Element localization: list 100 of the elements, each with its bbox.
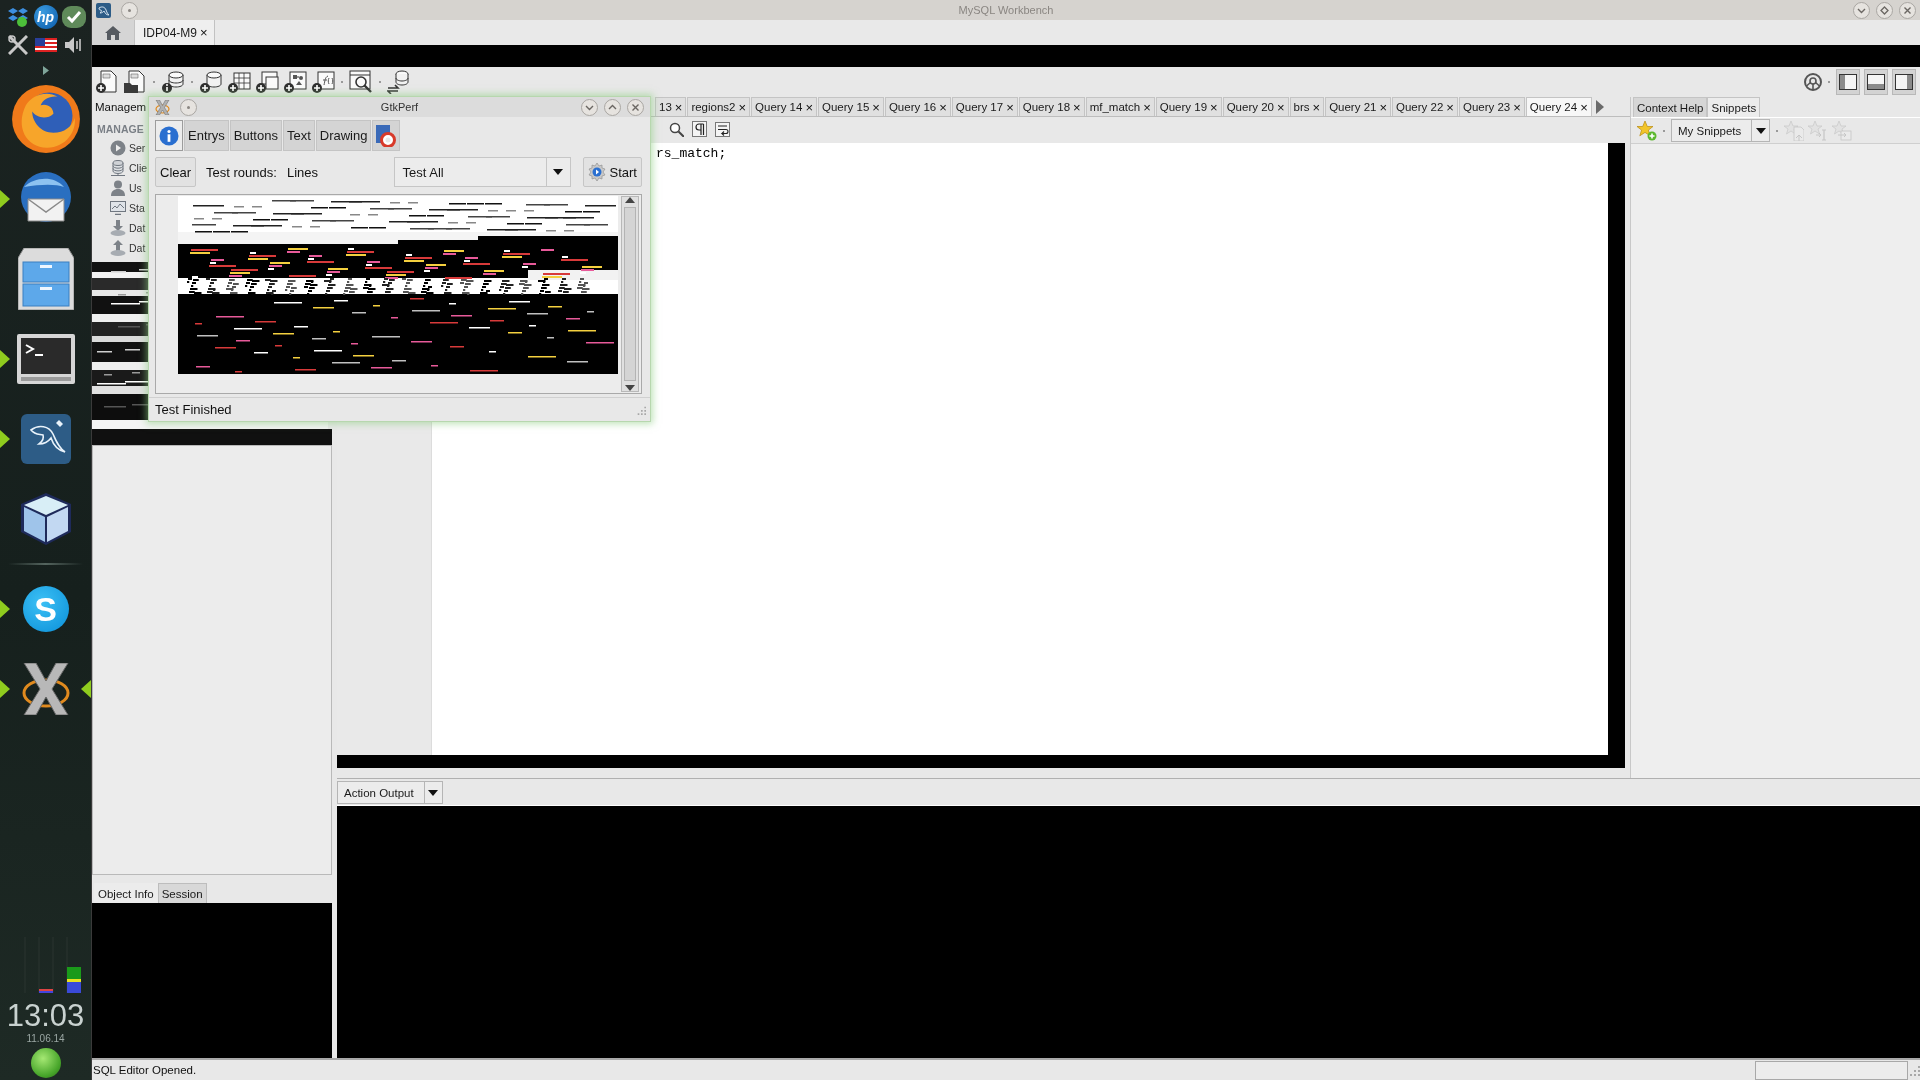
sidebar-item[interactable]: Clie bbox=[129, 162, 148, 174]
database-info-icon[interactable] bbox=[161, 70, 185, 94]
scroll-thumb[interactable] bbox=[624, 207, 636, 381]
wrap-lines-icon[interactable] bbox=[715, 121, 730, 137]
tab[interactable]: Text bbox=[282, 120, 315, 151]
terminal-icon[interactable] bbox=[16, 334, 75, 384]
shapes-plus-icon[interactable] bbox=[283, 70, 307, 94]
clear-button[interactable]: Clear bbox=[155, 157, 197, 187]
crossed-tools-icon[interactable] bbox=[7, 35, 28, 55]
query-tab[interactable]: Query 23 × bbox=[1458, 97, 1525, 116]
cube-icon[interactable] bbox=[20, 493, 71, 545]
tab-close-button[interactable]: × bbox=[1143, 100, 1151, 114]
monitor-icon[interactable] bbox=[110, 201, 126, 215]
start-button[interactable]: Start bbox=[582, 157, 642, 187]
tab-close-button[interactable]: × bbox=[1073, 100, 1081, 114]
round-logo[interactable]: hp bbox=[33, 5, 58, 29]
tab-close-button[interactable]: × bbox=[1379, 100, 1388, 114]
table-plus-icon[interactable] bbox=[227, 70, 251, 94]
maximize-icon[interactable] bbox=[604, 98, 621, 116]
globe-icon[interactable] bbox=[10, 84, 81, 154]
query-tab[interactable]: Query 15 × bbox=[818, 97, 884, 116]
lifebuoy-tab[interactable] bbox=[372, 120, 401, 151]
query-tab[interactable]: Query 14 × bbox=[751, 97, 817, 116]
resize-grip-icon[interactable] bbox=[1908, 1064, 1920, 1076]
connection-tab[interactable]: IDP04-M9 × bbox=[135, 20, 215, 45]
volume-icon[interactable] bbox=[64, 37, 83, 53]
tab-close-button[interactable]: × bbox=[872, 100, 880, 114]
scroll-up-icon[interactable] bbox=[625, 197, 635, 203]
query-tab[interactable]: 13 × bbox=[655, 97, 687, 116]
tab-close-button[interactable]: × bbox=[1446, 100, 1454, 114]
sidebar-item[interactable]: Dat bbox=[129, 222, 146, 234]
pilcrow-icon[interactable] bbox=[692, 121, 707, 137]
scrollbar[interactable] bbox=[621, 196, 639, 392]
tab[interactable]: Entrys bbox=[184, 120, 229, 151]
sidebar-item[interactable]: Dat bbox=[129, 242, 146, 254]
right-panel-toggle-button[interactable] bbox=[1892, 69, 1916, 95]
magnifier-grid-icon[interactable] bbox=[349, 70, 373, 94]
sidebar-tab[interactable]: Managem bbox=[94, 101, 148, 113]
tab[interactable]: Snippets bbox=[1707, 97, 1761, 117]
minimize-icon[interactable] bbox=[1853, 1, 1870, 19]
database-arrows-icon[interactable] bbox=[387, 70, 411, 94]
query-tab[interactable]: Query 19 × bbox=[1155, 97, 1222, 116]
app-tile-icon[interactable] bbox=[20, 414, 71, 464]
database-plus-icon[interactable] bbox=[199, 70, 223, 94]
download-icon[interactable] bbox=[110, 220, 126, 236]
tab-close-button[interactable]: × bbox=[1276, 100, 1285, 114]
function-plus-icon[interactable] bbox=[311, 70, 335, 94]
query-tab[interactable]: Query 24 × bbox=[1525, 97, 1592, 116]
search-icon[interactable] bbox=[669, 121, 684, 137]
test-select[interactable]: Test All bbox=[393, 157, 571, 187]
tab[interactable]: Drawing bbox=[315, 120, 372, 151]
query-tab[interactable]: brs × bbox=[1289, 97, 1325, 116]
tab-close-button[interactable]: × bbox=[674, 100, 683, 114]
boxes-icon[interactable] bbox=[7, 7, 28, 27]
query-tab[interactable]: Query 21 × bbox=[1325, 97, 1392, 116]
dot-circle-icon[interactable] bbox=[180, 98, 197, 116]
caret-icon[interactable] bbox=[1755, 127, 1766, 134]
dot-circle-icon[interactable] bbox=[121, 1, 138, 19]
close-icon[interactable] bbox=[1899, 1, 1916, 19]
upload-icon[interactable] bbox=[110, 240, 126, 256]
scroll-right-icon[interactable] bbox=[1595, 99, 1604, 114]
sidebar-item[interactable]: Ser bbox=[129, 142, 146, 154]
tab-close-button[interactable]: × bbox=[1312, 100, 1321, 114]
query-tab[interactable]: Query 16 × bbox=[884, 97, 951, 116]
tab-close-button[interactable]: × bbox=[1513, 100, 1521, 114]
sidebar-toggle-button[interactable] bbox=[1836, 69, 1860, 95]
scroll-down-icon[interactable] bbox=[625, 385, 635, 391]
snippets-dropdown[interactable]: My Snippets bbox=[1671, 119, 1771, 142]
output-dropdown[interactable]: Action Output bbox=[337, 781, 443, 804]
tab[interactable]: Context Help bbox=[1633, 97, 1708, 117]
query-tab[interactable]: Query 20 × bbox=[1222, 97, 1289, 116]
query-tab[interactable]: mf_match × bbox=[1085, 97, 1155, 116]
caret-icon[interactable] bbox=[553, 169, 564, 175]
tab-close-button[interactable]: × bbox=[805, 100, 813, 114]
tab-close-button[interactable]: × bbox=[738, 100, 747, 114]
cabinet-icon[interactable] bbox=[17, 248, 74, 310]
home-tab[interactable] bbox=[92, 20, 135, 45]
tab-close-button[interactable]: × bbox=[939, 100, 947, 114]
minimize-icon[interactable] bbox=[581, 98, 598, 116]
query-tab[interactable]: Query 22 × bbox=[1392, 97, 1458, 116]
tab-close-button[interactable]: × bbox=[1006, 100, 1014, 114]
document-plus-icon[interactable] bbox=[95, 70, 119, 94]
wheel-icon[interactable] bbox=[1804, 73, 1822, 91]
app-tile-icon[interactable] bbox=[96, 2, 111, 18]
close-icon[interactable] bbox=[627, 98, 644, 116]
bottom-panel-toggle-button[interactable] bbox=[1864, 69, 1888, 95]
star-plus-icon[interactable] bbox=[1637, 120, 1657, 141]
windows-plus-icon[interactable] bbox=[255, 70, 279, 94]
check-icon[interactable] bbox=[61, 6, 86, 28]
query-tab[interactable]: Query 18 × bbox=[1018, 97, 1085, 116]
tab-close-button[interactable]: × bbox=[1210, 100, 1218, 114]
document-folder-icon[interactable] bbox=[123, 70, 147, 94]
maximize-icon[interactable] bbox=[1876, 1, 1893, 19]
tab[interactable]: Session bbox=[157, 883, 207, 903]
play-circle-icon[interactable] bbox=[110, 140, 126, 156]
tab[interactable]: Buttons bbox=[229, 120, 282, 151]
database-icon[interactable] bbox=[110, 160, 126, 176]
tab-close-button[interactable]: × bbox=[200, 26, 208, 39]
sidebar-item[interactable]: Us bbox=[129, 182, 142, 194]
person-icon[interactable] bbox=[110, 180, 126, 196]
